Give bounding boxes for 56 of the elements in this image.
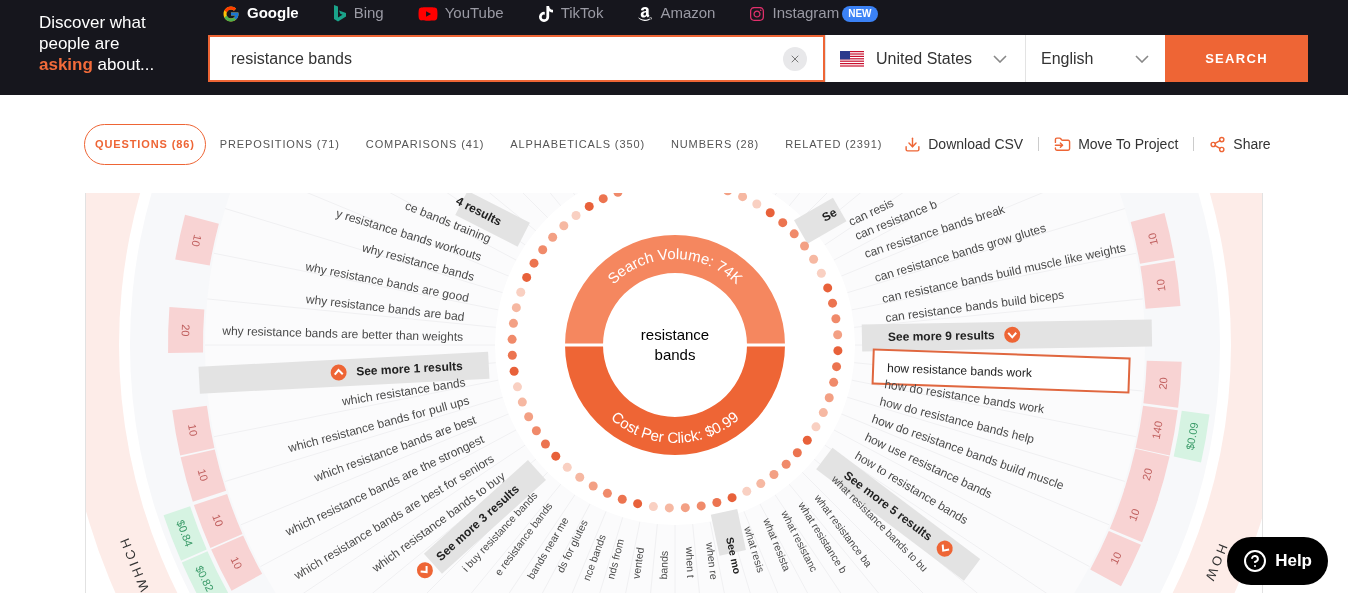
category-tab[interactable]: ALPHABETICALS (350): [510, 123, 645, 165]
volume-cell: 10: [1090, 530, 1141, 587]
category-tab[interactable]: NUMBERS (28): [670, 123, 760, 165]
category-tab[interactable]: PREPOSITIONS (71): [219, 123, 340, 165]
category-tab[interactable]: COMPARISONS (41): [365, 123, 485, 165]
question-text[interactable]: when re: [704, 541, 721, 581]
note-icon: [537, 5, 554, 22]
language-dropdown[interactable]: English: [1025, 35, 1165, 82]
engine-tab[interactable]: Instagram NEW: [749, 2, 878, 25]
question-text[interactable]: how resistance bands work: [886, 361, 1033, 381]
search-field[interactable]: resistance bands: [208, 35, 825, 82]
volume-cell: 10: [1130, 212, 1175, 264]
volume-cell: 20: [168, 307, 205, 353]
chevron-down-icon: [1135, 54, 1149, 63]
action-link[interactable]: Download CSV: [904, 133, 1024, 155]
help-button[interactable]: Help: [1227, 537, 1328, 585]
question-text[interactable]: why resistance bands are better than weights: [222, 323, 464, 344]
g-logo-icon: [222, 4, 240, 23]
help-icon: [1243, 549, 1268, 573]
question-text[interactable]: vented: [629, 546, 646, 580]
volume-cell: 10: [175, 214, 219, 266]
volume-cell: 20: [1143, 360, 1182, 408]
volume-cell: 10: [180, 449, 227, 502]
engine-tab[interactable]: Amazon: [637, 2, 716, 25]
category-tab[interactable]: RELATED (2391): [785, 123, 883, 165]
b-logo-icon: [332, 4, 347, 23]
new-badge: NEW: [842, 5, 878, 22]
camera-icon: [749, 5, 766, 22]
question-text[interactable]: when t: [684, 546, 698, 578]
volume-cell: 10: [172, 405, 215, 456]
volume-cell: 10: [1140, 260, 1181, 309]
question-text[interactable]: bands: [657, 550, 670, 580]
cost-cell: $0.09: [1173, 410, 1210, 463]
volume-cell: 10: [193, 494, 243, 548]
engine-tab[interactable]: YouTube: [417, 2, 504, 25]
volume-cell: 20: [1124, 448, 1170, 501]
volume-cell: 140: [1135, 405, 1178, 456]
flag-icon: [840, 50, 864, 67]
tagline: Discover what people are asking about...: [39, 12, 156, 75]
country-dropdown[interactable]: United States: [825, 35, 1025, 82]
download-icon: [904, 135, 922, 153]
chevron-down-icon: [993, 54, 1007, 63]
engine-tab[interactable]: Google: [222, 2, 299, 25]
action-link[interactable]: Move To Project: [1054, 133, 1179, 155]
volume-cell: 10: [1109, 488, 1158, 543]
engine-tab[interactable]: TikTok: [537, 2, 604, 25]
keyword-title: resistance bands: [639, 325, 711, 365]
share-icon: [1209, 135, 1227, 153]
action-link[interactable]: Share: [1209, 133, 1271, 155]
see-more-button[interactable]: Se: [794, 197, 847, 244]
engine-tab[interactable]: Bing: [332, 2, 384, 25]
a-logo-icon: [637, 5, 654, 22]
cost-cell: $0.84: [163, 506, 207, 561]
clear-button[interactable]: [783, 46, 807, 71]
cost-cell: $0.82: [181, 551, 229, 593]
folder-icon: [1054, 135, 1072, 153]
